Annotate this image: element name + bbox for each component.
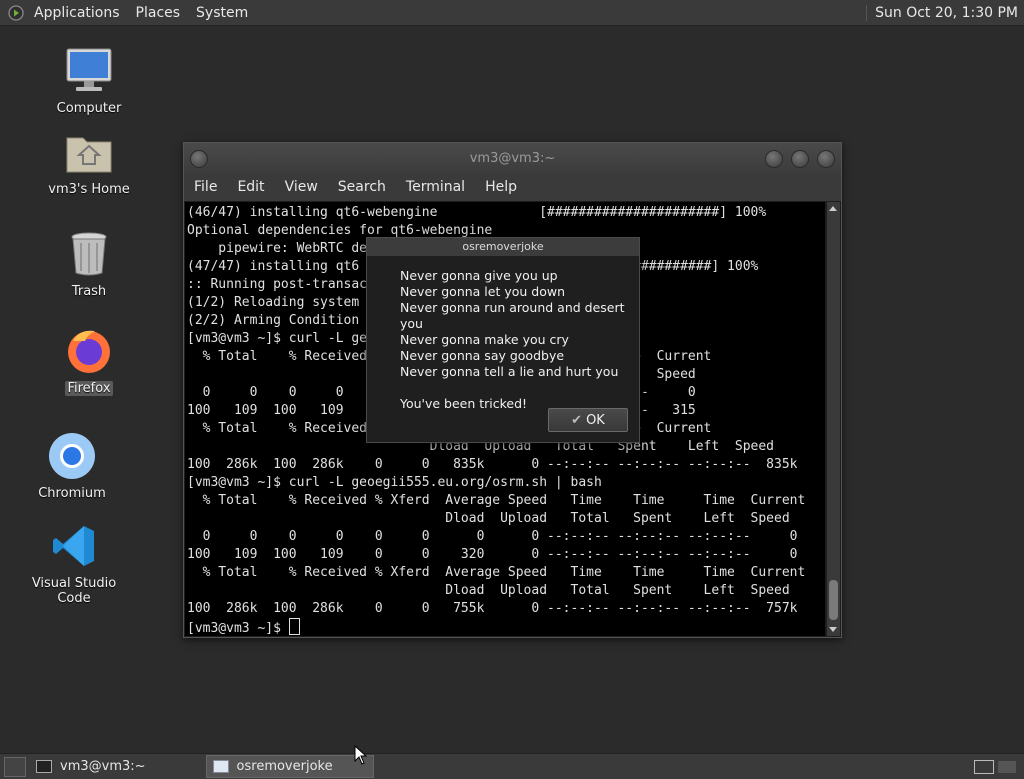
desktop-icon-vscode[interactable]: Visual Studio Code	[14, 520, 134, 606]
menu-file[interactable]: File	[184, 179, 227, 195]
vscode-icon	[53, 526, 94, 566]
top-menu: Applications Places System	[0, 0, 256, 25]
workspace-2-icon[interactable]	[998, 760, 1016, 773]
lyric-line: Never gonna say goodbye	[400, 348, 565, 363]
terminal-line: % Total % Received % Xferd Average Speed…	[187, 493, 806, 508]
desktop-icon-label: Trash	[71, 284, 107, 299]
bottom-taskbar: vm3@vm3:~ osremoverjoke	[0, 753, 1024, 779]
terminal-line: 100 286k 100 286k 0 0 835k 0 --:--:-- --…	[187, 457, 798, 472]
window-menu-button[interactable]	[190, 150, 208, 168]
menu-system[interactable]: System	[188, 5, 256, 21]
menu-help[interactable]: Help	[475, 179, 527, 195]
scroll-down-icon[interactable]	[829, 627, 837, 632]
terminal-line: Dload Upload Total Spent Left Speed	[187, 583, 790, 598]
lyric-line: Never gonna tell a lie and hurt you	[400, 364, 619, 379]
desktop-icon-label: vm3's Home	[48, 182, 130, 197]
desktop-icon-computer[interactable]: Computer	[29, 45, 149, 116]
applications-logo-icon[interactable]	[8, 4, 24, 21]
firefox-icon	[68, 330, 110, 373]
terminal-prompt: [vm3@vm3 ~]$	[187, 621, 289, 636]
dialog-body: Never gonna give you up Never gonna let …	[367, 256, 639, 412]
desktop-icon-firefox[interactable]: Firefox	[29, 325, 149, 396]
taskbar-item-terminal[interactable]: vm3@vm3:~	[30, 756, 156, 777]
terminal-line: 0 0 0 0 0 0 0 0 --:--:-- --:--:-- --:--:…	[187, 529, 798, 544]
workspace-1-icon[interactable]	[974, 759, 994, 774]
desktop-icon-label: Visual Studio Code	[31, 576, 117, 606]
trash-icon	[71, 232, 107, 276]
close-button[interactable]	[817, 150, 835, 168]
desktop-icon-chromium[interactable]: Chromium	[12, 430, 132, 501]
home-folder-icon	[66, 137, 112, 173]
lyric-line: Never gonna run around and desert you	[400, 300, 625, 331]
terminal-titlebar[interactable]: vm3@vm3:~	[184, 143, 841, 173]
desktop-icon-label: Computer	[56, 101, 122, 116]
terminal-menubar: File Edit View Search Terminal Help	[184, 173, 841, 201]
taskbar-item-osremoverjoke[interactable]: osremoverjoke	[205, 755, 374, 778]
check-icon: ✔	[571, 412, 583, 428]
terminal-line: 100 109 100 109 0 0 320 0 --:--:-- --:--…	[187, 547, 798, 562]
menu-view[interactable]: View	[275, 179, 328, 195]
menu-places[interactable]: Places	[128, 5, 189, 21]
text-cursor	[288, 618, 300, 635]
desktop-icon-label: Firefox	[65, 381, 113, 396]
desktop-icon-label: Chromium	[38, 486, 106, 501]
top-panel: Applications Places System Sun Oct 20, 1…	[0, 0, 1024, 26]
show-desktop-icon[interactable]	[4, 756, 26, 777]
terminal-scrollbar[interactable]	[827, 202, 840, 636]
menu-terminal[interactable]: Terminal	[396, 179, 475, 195]
chromium-icon	[49, 433, 95, 479]
desktop-icon-home[interactable]: vm3's Home	[29, 126, 149, 197]
lyric-line: Never gonna let you down	[400, 284, 566, 299]
maximize-button[interactable]	[791, 150, 809, 168]
desktop-icon-trash[interactable]: Trash	[29, 228, 149, 299]
menu-applications[interactable]: Applications	[26, 5, 128, 21]
taskbar-item-label: vm3@vm3:~	[60, 759, 146, 774]
minimize-button[interactable]	[765, 150, 783, 168]
clock[interactable]: Sun Oct 20, 1:30 PM	[866, 4, 1024, 21]
lyric-line: Never gonna give you up	[400, 268, 558, 283]
menu-edit[interactable]: Edit	[227, 179, 274, 195]
scroll-up-icon[interactable]	[829, 206, 837, 211]
osremoverjoke-dialog[interactable]: osremoverjoke Never gonna give you up Ne…	[366, 237, 640, 443]
terminal-line: (46/47) installing qt6-webengine [######…	[187, 205, 767, 220]
scroll-thumb[interactable]	[829, 580, 838, 620]
terminal-icon	[36, 760, 52, 773]
terminal-line: [vm3@vm3 ~]$ curl -L geoegii555.eu.org/o…	[187, 475, 602, 490]
dialog-title[interactable]: osremoverjoke	[367, 238, 639, 256]
lyric-line: Never gonna make you cry	[400, 332, 569, 347]
terminal-line: 100 286k 100 286k 0 0 755k 0 --:--:-- --…	[187, 601, 798, 616]
window-title: vm3@vm3:~	[469, 150, 556, 166]
taskbar-item-label: osremoverjoke	[236, 759, 333, 774]
mouse-pointer-icon	[354, 745, 368, 765]
menu-search[interactable]: Search	[328, 179, 396, 195]
terminal-line: Dload Upload Total Spent Left Speed	[187, 511, 790, 526]
terminal-line: % Total % Received % Xferd Average Speed…	[187, 565, 806, 580]
ok-label: OK	[586, 412, 605, 428]
ok-button[interactable]: ✔ OK	[548, 408, 628, 432]
terminal-line: [vm3@vm3 ~]$	[187, 618, 825, 636]
window-icon	[212, 760, 229, 773]
computer-icon	[66, 48, 112, 91]
